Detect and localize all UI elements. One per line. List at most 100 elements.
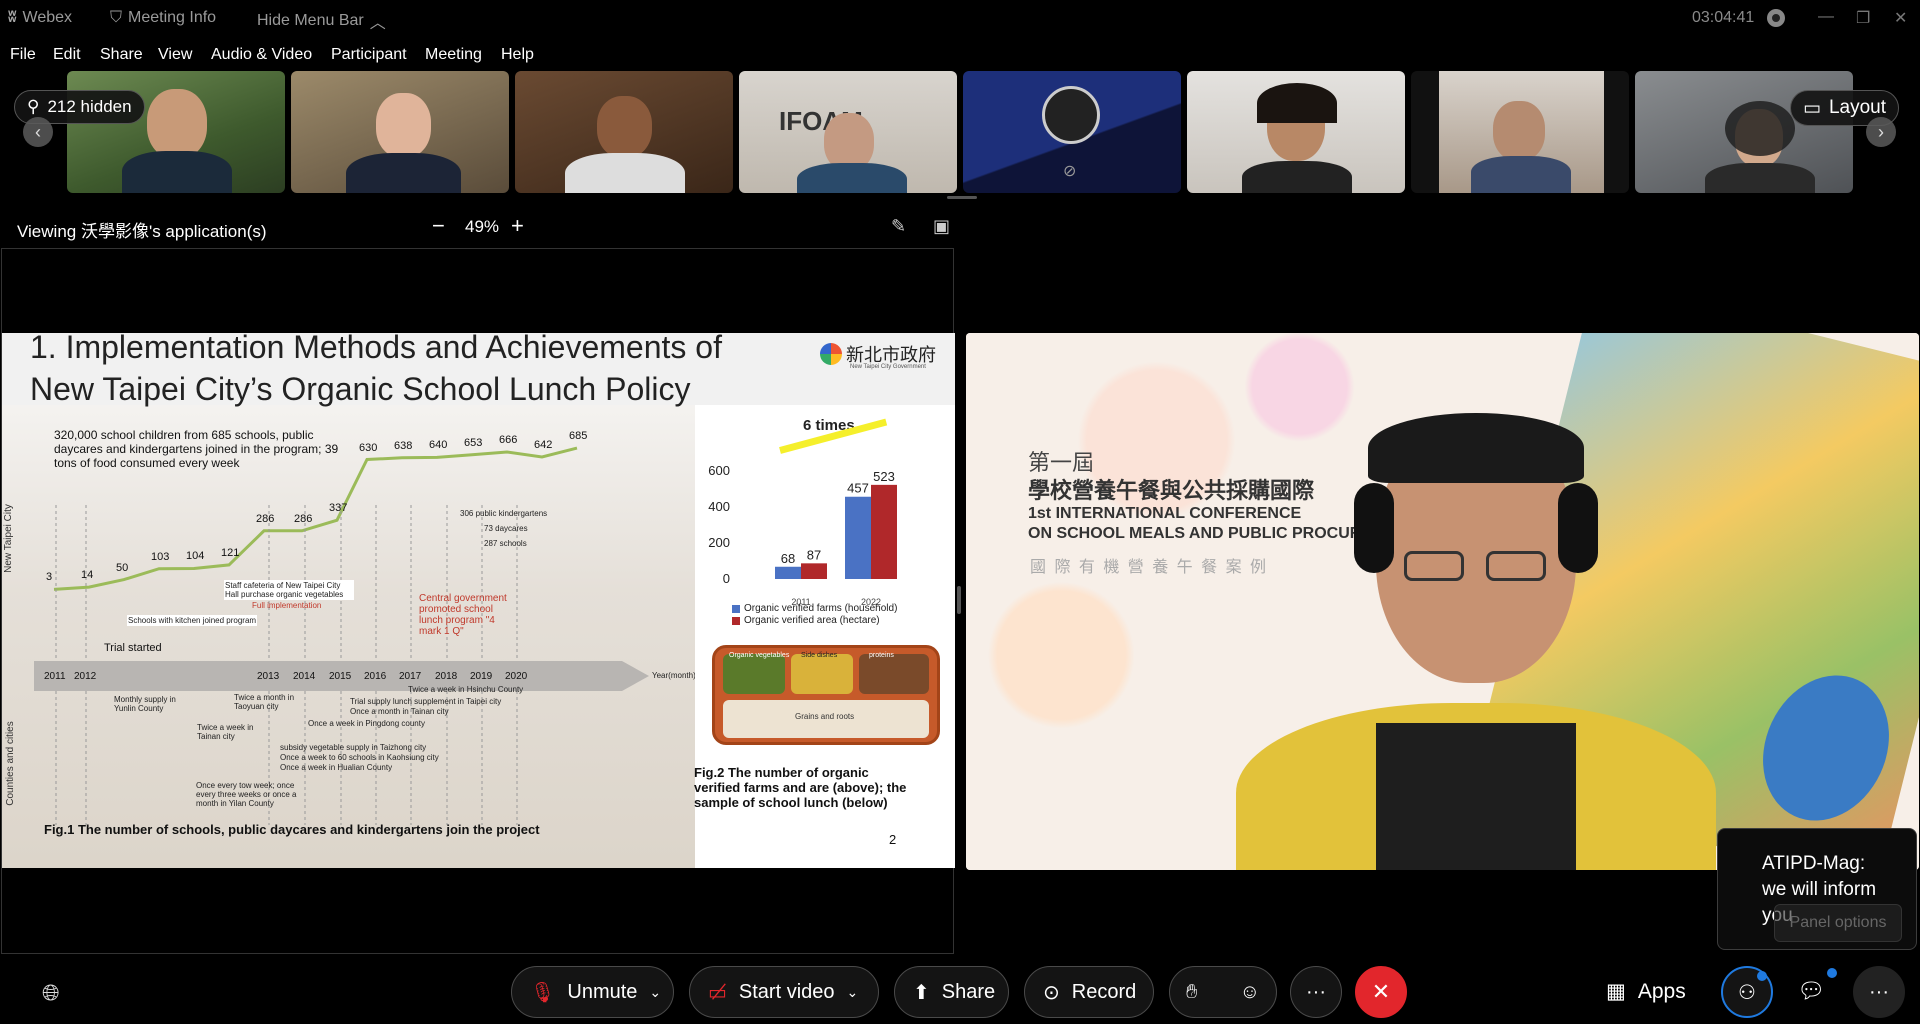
mic-muted-icon: 🎙︎ <box>530 981 556 1004</box>
annotate-icon[interactable]: ✎ <box>891 216 906 237</box>
person-icon: ⚲ <box>27 97 40 116</box>
reactions-group: ✋︎ ☺︎ <box>1169 966 1277 1018</box>
unmute-label: Unmute <box>567 980 638 1003</box>
meeting-clock: 03:04:41 <box>1692 9 1754 27</box>
camera-off-icon: ⊘ <box>1063 163 1077 180</box>
more-options-button[interactable]: ··· <box>1290 966 1342 1018</box>
panel-options-button[interactable]: ··· <box>1853 966 1905 1018</box>
new-taipei-logo: 新北市政府 New Taipei City Government <box>820 339 950 375</box>
chevron-down-icon[interactable]: ⌄ <box>847 984 859 1001</box>
fig1-year-label: 2011 <box>44 671 66 682</box>
fig1-value-label: 103 <box>151 550 170 563</box>
chevron-down-icon[interactable]: ⌄ <box>649 984 661 1001</box>
apps-label: Apps <box>1637 979 1686 1003</box>
legend-swatch-red <box>732 616 740 625</box>
start-video-button[interactable]: ▭̸ Start video ⌄ <box>689 966 879 1018</box>
fig1-caption: Fig.1 The number of schools, public dayc… <box>44 822 540 837</box>
filmstrip-prev-button[interactable]: ‹ <box>23 117 53 147</box>
hidden-count-label: 212 hidden <box>47 97 132 116</box>
menu-view[interactable]: View <box>158 46 192 64</box>
legend-swatch-blue <box>732 604 740 613</box>
globe-icon[interactable]: 🌐︎ <box>42 980 60 1006</box>
menu-file[interactable]: File <box>10 46 36 64</box>
end-call-button[interactable]: ✕ <box>1355 966 1407 1018</box>
fig1-year-label: 2018 <box>435 671 458 682</box>
split-resize-handle[interactable] <box>957 586 961 614</box>
city-note-tainan-week: Twice a week in Tainan city <box>197 723 254 741</box>
webex-logo-icon: ʬ <box>8 9 17 26</box>
fig2-data-label: 68 <box>781 551 795 566</box>
fig2-bar <box>775 566 801 579</box>
fig1-value-label: 640 <box>429 439 448 452</box>
participant-video-2[interactable] <box>291 71 509 193</box>
fig1-value-label: 121 <box>221 546 240 559</box>
zoom-in-button[interactable]: + <box>511 213 524 239</box>
speaker-shirt <box>1376 723 1576 870</box>
fig2-data-label: 457 <box>847 481 869 496</box>
minimize-icon[interactable]: — <box>1818 8 1834 26</box>
speaker-hair <box>1368 413 1584 483</box>
slide-title-line2: New Taipei City’s Organic School Lunch P… <box>30 371 691 407</box>
menu-participant[interactable]: Participant <box>331 46 407 64</box>
reactions-icon[interactable]: ☺︎ <box>1240 981 1260 1004</box>
participants-button[interactable]: ⚇ <box>1721 966 1773 1018</box>
share-icon: ⬆︎ <box>913 981 930 1004</box>
apps-button[interactable]: ▦ Apps <box>1606 979 1686 1004</box>
city-note-taizhong: subsidy vegetable supply in Taizhong cit… <box>280 743 427 752</box>
fig2-bar <box>871 484 897 579</box>
more-icon: ··· <box>1306 980 1326 1003</box>
fig1-year-label: 2014 <box>293 671 316 682</box>
fig2-caption: Fig.2 The number of organic verified far… <box>694 765 907 810</box>
fig1-value-label: 638 <box>394 439 413 452</box>
fig1-value-label: 666 <box>499 434 518 447</box>
meeting-info-button[interactable]: ⛉ Meeting Info <box>110 9 216 27</box>
meeting-info-label: Meeting Info <box>128 9 217 26</box>
raise-hand-icon[interactable]: ✋︎ <box>1186 981 1197 1004</box>
fig2-legend: Organic verified farms (household) Organ… <box>732 603 897 626</box>
recording-status-icon <box>1767 9 1785 27</box>
close-window-icon[interactable]: ✕ <box>1894 8 1907 28</box>
viewing-label: Viewing 沃學影像's application(s) <box>17 222 267 241</box>
chat-button[interactable]: 💬︎ <box>1797 968 1837 1004</box>
fig1-growth-line <box>53 446 578 591</box>
breakdown-kindergartens: 306 public kindergartens <box>460 509 548 518</box>
participant-video-4[interactable]: IFOAM <box>739 71 957 193</box>
hide-menu-label: Hide Menu Bar <box>257 12 364 29</box>
start-video-label: Start video <box>738 980 835 1003</box>
shield-icon: ⛉ <box>110 9 123 26</box>
participants-icon: ⚇ <box>1738 981 1756 1004</box>
zoom-out-button[interactable]: − <box>432 213 445 239</box>
chat-sender: ATIPD-Mag: <box>1762 853 1866 874</box>
legend-item-farms: Organic verified farms (household) <box>732 603 897 614</box>
unmute-button[interactable]: 🎙︎ Unmute ⌄ <box>511 966 674 1018</box>
chat-notification-dot <box>1827 968 1837 978</box>
chat-notification-popup[interactable]: ATIPD-Mag: we will inform you Panel opti… <box>1717 828 1917 950</box>
fig1-year-label: 2013 <box>257 671 280 682</box>
chevron-left-icon: ‹ <box>35 121 41 142</box>
participant-video-5-camera-off[interactable]: ⊘ <box>963 71 1181 193</box>
breakdown-daycares: 73 daycares <box>484 524 528 533</box>
app-name: Webex <box>22 9 73 26</box>
menu-share[interactable]: Share <box>100 46 143 64</box>
restore-icon[interactable]: ❐ <box>1856 8 1870 28</box>
participant-video-6[interactable] <box>1187 71 1405 193</box>
hide-menu-bar-button[interactable]: Hide Menu Bar ︿ <box>257 9 386 33</box>
menu-help[interactable]: Help <box>501 46 534 64</box>
menu-edit[interactable]: Edit <box>53 46 81 64</box>
remote-control-icon[interactable]: ▣ <box>933 216 950 237</box>
share-button[interactable]: ⬆︎ Share <box>894 966 1009 1018</box>
active-speaker-video[interactable]: 第一屆 學校營養午餐與公共採購國際 1st INTERNATIONAL CONF… <box>966 333 1919 870</box>
share-viewing-bar: Viewing 沃學影像's application(s) − 49% + ✎ … <box>0 208 960 246</box>
record-button[interactable]: ⊙ Record <box>1024 966 1154 1018</box>
menu-audio-video[interactable]: Audio & Video <box>211 46 312 64</box>
headset-right-icon <box>1558 483 1598 573</box>
menu-meeting[interactable]: Meeting <box>425 46 482 64</box>
record-label: Record <box>1071 980 1137 1003</box>
city-note-yunlin: Monthly supply in Yunlin County <box>114 695 176 713</box>
layout-label: Layout <box>1828 97 1886 118</box>
participant-video-7[interactable] <box>1411 71 1629 193</box>
filmstrip-resize-handle[interactable] <box>947 196 977 199</box>
participant-video-3[interactable] <box>515 71 733 193</box>
banner-line4: ON SCHOOL MEALS AND PUBLIC PROCUREM <box>1028 525 1386 542</box>
filmstrip-next-button[interactable]: › <box>1866 117 1896 147</box>
